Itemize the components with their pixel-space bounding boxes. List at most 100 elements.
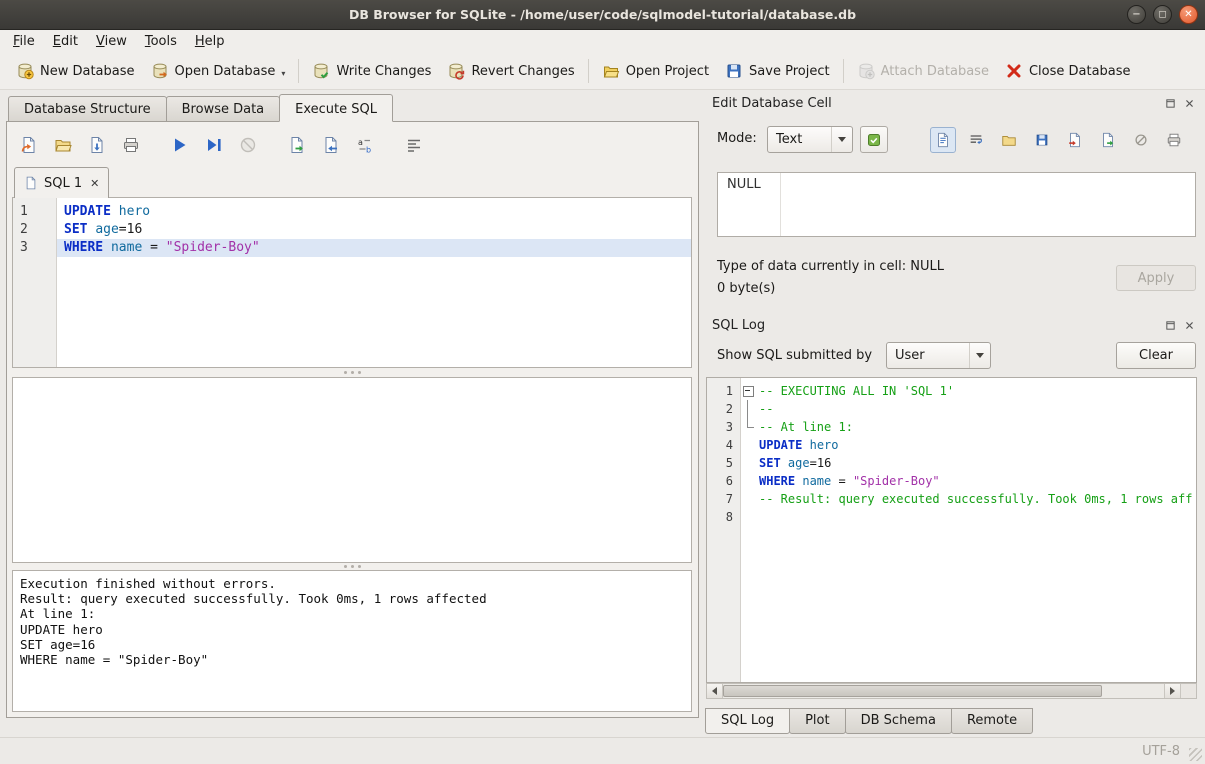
button-label: Open Project (626, 64, 709, 79)
set-null-button[interactable] (1128, 127, 1154, 153)
tab-database-structure[interactable]: Database Structure (8, 96, 167, 122)
apply-format-button[interactable] (860, 126, 888, 153)
chevron-down-icon (831, 127, 852, 152)
button-label: Save Project (749, 64, 830, 79)
execute-line-button[interactable] (201, 132, 227, 158)
float-icon (1165, 320, 1176, 331)
find-replace-button[interactable]: ab (352, 132, 378, 158)
print-button[interactable] (118, 132, 144, 158)
execute-all-button[interactable] (167, 132, 193, 158)
dock-tab-plot[interactable]: Plot (789, 708, 846, 734)
mode-select[interactable]: Text (767, 126, 853, 153)
fold-marker-icon[interactable] (741, 382, 755, 400)
fold-column (741, 454, 755, 472)
dock-tab-remote[interactable]: Remote (951, 708, 1033, 734)
revert-changes-button[interactable]: Revert Changes (439, 58, 582, 84)
close-tab-icon[interactable]: ✕ (90, 177, 99, 190)
scroll-right-icon[interactable] (1164, 684, 1180, 698)
save-view-button[interactable] (318, 132, 344, 158)
dock-tab-db-schema[interactable]: DB Schema (845, 708, 952, 734)
scrollbar-track[interactable] (723, 684, 1164, 698)
save-file-button[interactable] (1029, 127, 1055, 153)
scroll-left-icon[interactable] (707, 684, 723, 698)
export-button[interactable] (1095, 127, 1121, 153)
format-sql-button[interactable] (401, 132, 427, 158)
open-project-button[interactable]: Open Project (594, 58, 717, 84)
code-line: 8 (707, 508, 1196, 526)
menu-tools[interactable]: Tools (136, 31, 186, 52)
attach-database-icon (857, 62, 875, 80)
execute-line-icon (205, 136, 223, 154)
line-number: 4 (707, 436, 741, 454)
code-line: 2-- (707, 400, 1196, 418)
encoding-label: UTF-8 (1142, 744, 1180, 759)
fold-marker-icon[interactable] (741, 418, 755, 436)
submitter-value: User (895, 348, 925, 363)
open-database-button[interactable]: Open Database ▾ (143, 58, 294, 84)
title-bar[interactable]: DB Browser for SQLite - /home/user/code/… (0, 0, 1205, 30)
save-sql-file-button[interactable] (84, 132, 110, 158)
float-icon[interactable] (1163, 318, 1177, 332)
new-database-button[interactable]: New Database (8, 58, 143, 84)
new-tab-icon (20, 136, 38, 154)
splitter-handle[interactable] (12, 369, 692, 376)
word-wrap-button[interactable] (963, 127, 989, 153)
code-text: SET age=16 (755, 454, 831, 472)
window-controls: −◻ ✕ (1127, 5, 1198, 24)
close-database-button[interactable]: Close Database (997, 58, 1139, 84)
text-format-button[interactable] (930, 127, 956, 153)
close-button[interactable]: ✕ (1179, 5, 1198, 24)
dropdown-caret-icon[interactable]: ▾ (281, 69, 285, 80)
sql-editor[interactable]: 1UPDATE hero2SET age=163WHERE name = "Sp… (12, 197, 692, 368)
fold-marker-icon[interactable] (741, 400, 755, 418)
menu-file[interactable]: File (4, 31, 44, 52)
float-icon (1165, 98, 1176, 109)
close-icon[interactable] (1182, 318, 1196, 332)
tab-execute-sql[interactable]: Execute SQL (279, 94, 393, 122)
toolbar-separator (298, 59, 299, 83)
line-number: 1 (13, 203, 57, 221)
window-title: DB Browser for SQLite - /home/user/code/… (349, 7, 856, 22)
maximize-button[interactable]: ◻ (1153, 5, 1172, 24)
print-button[interactable] (1161, 127, 1187, 153)
edit-cell-dock-header: Edit Database Cell (706, 93, 1197, 113)
dock-tab-sql-log[interactable]: SQL Log (705, 708, 790, 734)
horizontal-scrollbar[interactable] (706, 683, 1197, 699)
code-line: 2SET age=16 (13, 221, 691, 239)
tab-browse-data[interactable]: Browse Data (166, 96, 281, 122)
dock-buttons (1163, 318, 1196, 332)
float-icon[interactable] (1163, 96, 1177, 110)
clear-button[interactable]: Clear (1116, 342, 1196, 369)
line-number: 5 (707, 454, 741, 472)
resize-grip[interactable] (1189, 748, 1202, 761)
print-icon (122, 136, 140, 154)
new-tab-button[interactable] (16, 132, 42, 158)
close-icon[interactable] (1182, 96, 1196, 110)
submitter-select[interactable]: User (886, 342, 991, 369)
minimize-button[interactable]: − (1127, 5, 1146, 24)
stop-icon (239, 136, 257, 154)
cell-editor[interactable]: NULL (717, 172, 1196, 237)
write-changes-button[interactable]: Write Changes (304, 58, 439, 84)
sql-file-icon (24, 176, 38, 190)
code-text: UPDATE hero (57, 203, 691, 221)
code-line: 5 SET age=16 (707, 454, 1196, 472)
dock-buttons (1163, 96, 1196, 110)
export-csv-icon (288, 136, 306, 154)
fold-column (741, 490, 755, 508)
menu-help[interactable]: Help (186, 31, 234, 52)
sql-tab[interactable]: SQL 1 ✕ (14, 167, 109, 198)
import-button[interactable] (1062, 127, 1088, 153)
open-file-button[interactable] (996, 127, 1022, 153)
log-text-line: WHERE name = "Spider-Boy" (20, 652, 684, 667)
open-sql-file-button[interactable] (50, 132, 76, 158)
menu-view[interactable]: View (87, 31, 136, 52)
menu-edit[interactable]: Edit (44, 31, 87, 52)
splitter-handle[interactable] (12, 563, 692, 570)
code-line: 3WHERE name = "Spider-Boy" (13, 239, 691, 257)
export-csv-button[interactable] (284, 132, 310, 158)
button-label: Open Database (175, 64, 276, 79)
sql-log-dock-header: SQL Log (706, 315, 1197, 335)
save-project-button[interactable]: Save Project (717, 58, 838, 84)
scrollbar-thumb[interactable] (723, 685, 1102, 697)
